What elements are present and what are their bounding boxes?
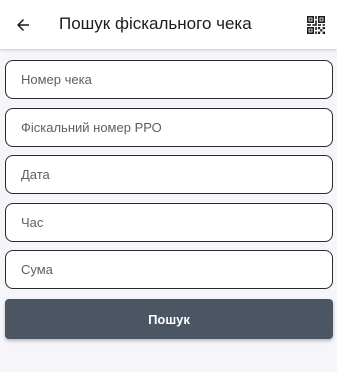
fiscal-number-field[interactable] xyxy=(5,107,333,147)
receipt-number-field[interactable] xyxy=(5,60,333,99)
app-bar: Пошук фіскального чека xyxy=(0,0,337,49)
page-title: Пошук фіскального чека xyxy=(59,14,252,33)
fiscal-number-input[interactable] xyxy=(6,108,332,146)
qr-scan-button[interactable] xyxy=(306,15,326,35)
amount-input[interactable] xyxy=(6,251,332,288)
receipt-number-input[interactable] xyxy=(6,61,332,98)
arrow-left-icon xyxy=(17,19,29,31)
back-button[interactable] xyxy=(10,12,36,38)
search-button[interactable]: Пошук xyxy=(5,299,333,339)
date-input[interactable] xyxy=(6,156,332,193)
qr-code-icon xyxy=(307,16,325,34)
receipt-search-form xyxy=(5,60,333,298)
amount-field[interactable] xyxy=(5,250,333,289)
date-field[interactable] xyxy=(5,155,333,194)
time-field[interactable] xyxy=(5,202,333,242)
time-input[interactable] xyxy=(6,203,332,241)
